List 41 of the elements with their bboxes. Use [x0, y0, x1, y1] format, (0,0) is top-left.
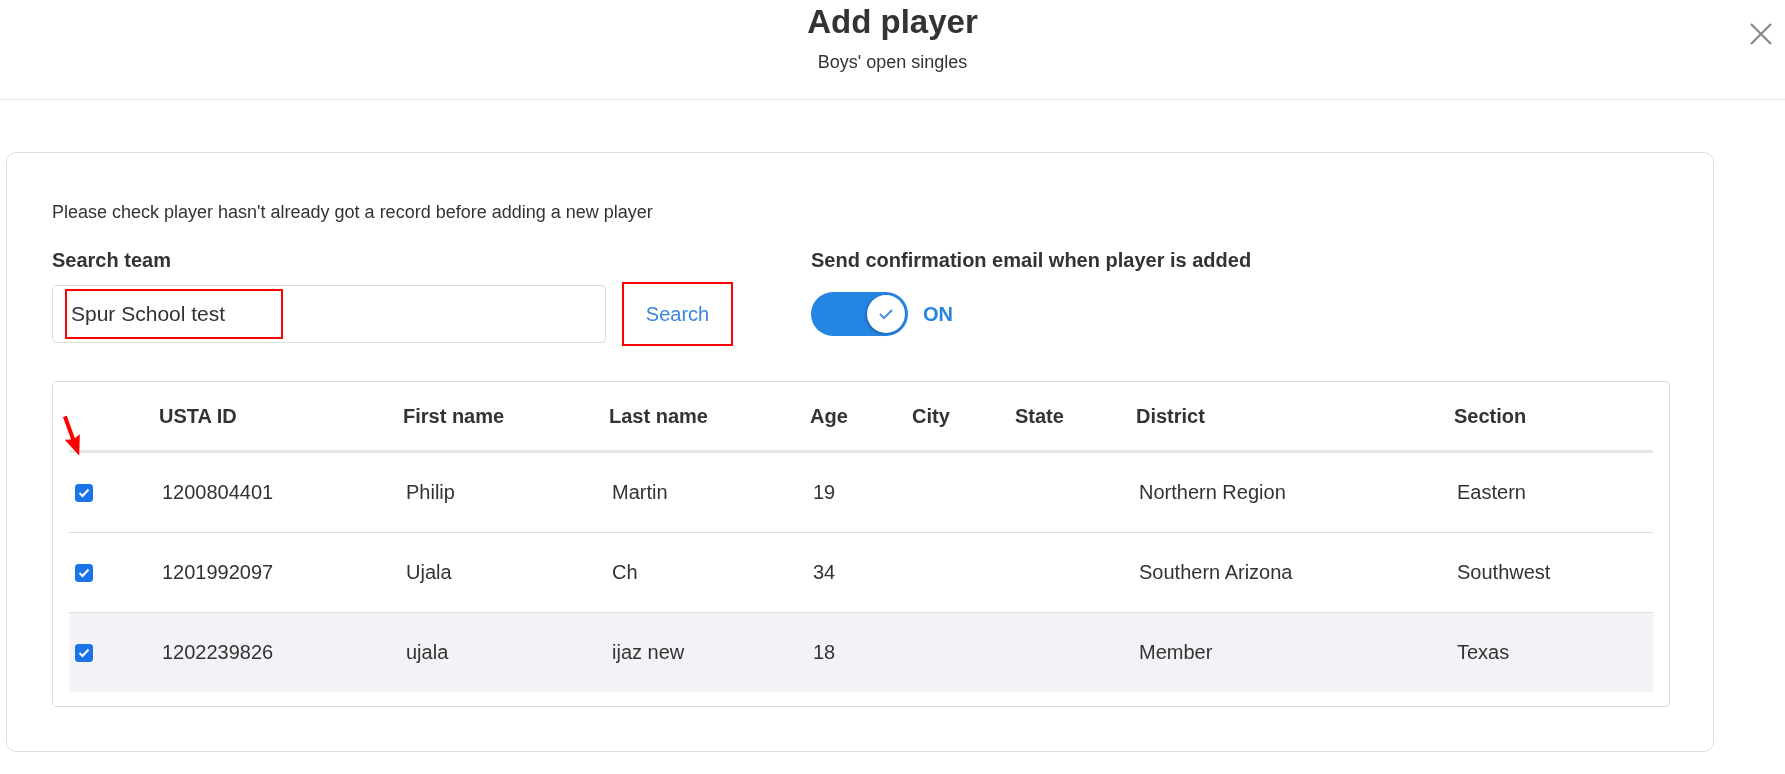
table-cell: 18: [813, 641, 836, 663]
table-cell: 19: [813, 481, 836, 503]
table-cell: Texas: [1457, 641, 1510, 663]
table-cell: 1202239826: [162, 641, 274, 663]
column-header: First name: [402, 404, 506, 428]
table-cell: 1200804401: [162, 481, 274, 503]
column-header: USTA ID: [158, 404, 238, 428]
table-cell: Eastern: [1457, 481, 1526, 503]
table-cell: Ujala: [406, 561, 452, 583]
row-checkbox[interactable]: [75, 563, 93, 582]
column-header: Age: [809, 404, 849, 428]
column-header: State: [1014, 404, 1065, 428]
row-checkbox[interactable]: [75, 643, 93, 662]
table-cell: 34: [813, 561, 836, 583]
row-checkbox[interactable]: [75, 483, 93, 502]
column-header: City: [911, 404, 951, 428]
notice-text: Please check player hasn't already got a record before adding a new player: [52, 201, 654, 223]
column-header: Section: [1453, 404, 1528, 428]
table-cell: Philip: [406, 481, 455, 503]
table-cell: ijaz new: [612, 641, 685, 663]
table-cell: Southern Arizona: [1139, 561, 1293, 583]
dialog-subtitle: Boys' open singles: [817, 51, 968, 73]
table-cell: 1201992097: [162, 561, 274, 583]
table-cell: Martin: [612, 481, 668, 503]
table-cell: Southwest: [1457, 561, 1551, 583]
table-cell: ujala: [406, 641, 449, 663]
table-cell: Member: [1139, 641, 1213, 663]
search-button[interactable]: Search: [622, 282, 733, 346]
dialog-title: Add player: [807, 2, 978, 42]
table-row[interactable]: 1202239826 ujala ijaz new 18 Member Texas: [69, 613, 1653, 692]
toggle-switch[interactable]: [811, 292, 908, 336]
search-label: Search team: [52, 248, 172, 272]
check-icon: [878, 308, 894, 320]
table-cell: Ch: [612, 561, 638, 583]
table-cell: Northern Region: [1139, 481, 1286, 503]
toggle-state-text: ON: [923, 302, 953, 326]
close-button[interactable]: [1749, 22, 1773, 46]
email-toggle-label: Send confirmation email when player is added: [811, 248, 1252, 272]
column-header: District: [1135, 404, 1206, 428]
search-field[interactable]: Spur School test: [52, 285, 606, 343]
column-header: Last name: [608, 404, 709, 428]
